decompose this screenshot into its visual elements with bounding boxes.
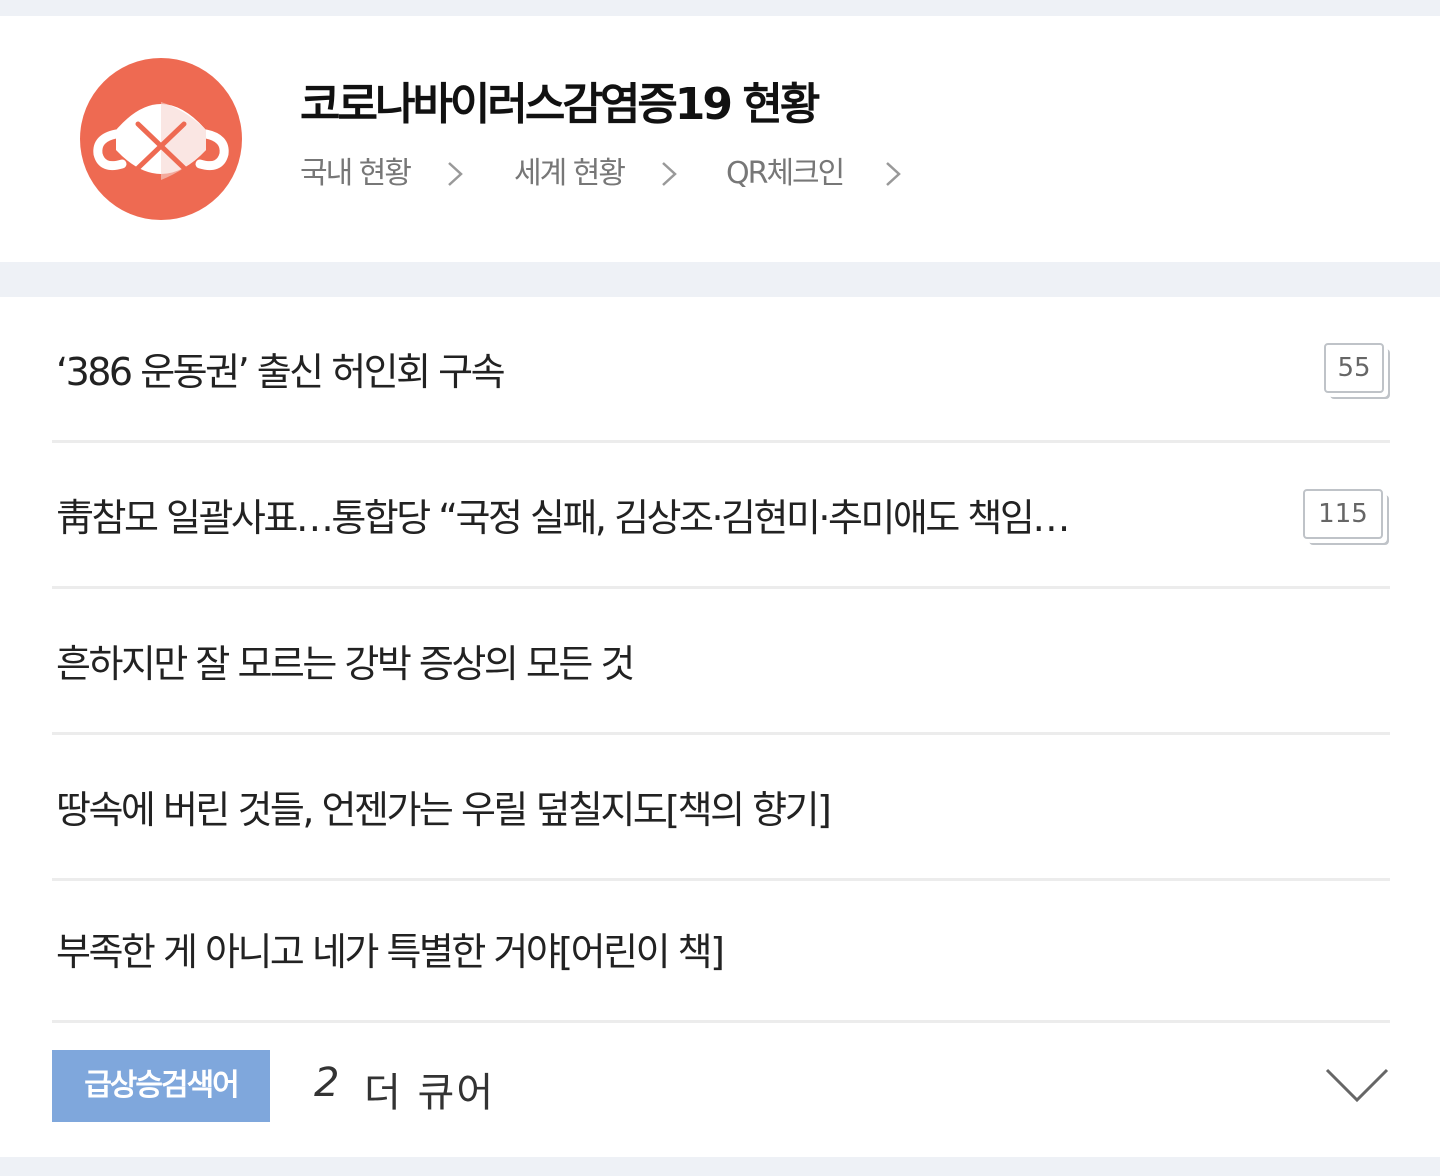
- qr-checkin-label: QR체크인: [726, 156, 845, 191]
- trending-search-bar[interactable]: 급상승검색어 2 더 큐어: [52, 1020, 1390, 1140]
- trending-keyword[interactable]: 더 큐어: [364, 1060, 495, 1118]
- news-headline: 부족한 게 아니고 네가 특별한 거야[어린이 책]: [56, 930, 725, 974]
- chevron-right-icon: [662, 162, 677, 186]
- domestic-status-link[interactable]: 국내 현황: [300, 152, 463, 196]
- chevron-right-icon: [448, 162, 463, 186]
- world-status-link[interactable]: 세계 현황: [514, 152, 677, 196]
- news-headline: 靑참모 일괄사표…통합당 “국정 실패, 김상조·김현미·추미애도 책임…: [56, 496, 1070, 540]
- news-headline: ‘386 운동권’ 출신 허인회 구속: [56, 350, 506, 394]
- chevron-down-icon[interactable]: [1324, 1066, 1390, 1106]
- chevron-right-icon: [886, 162, 901, 186]
- mask-icon[interactable]: [80, 58, 242, 220]
- trending-rank: 2: [314, 1060, 340, 1106]
- domestic-status-label: 국내 현황: [300, 156, 412, 191]
- covid-title[interactable]: 코로나바이러스감염증19 현황: [300, 68, 820, 132]
- news-list: ‘386 운동권’ 출신 허인회 구속 55 靑참모 일괄사표…통합당 “국정 …: [0, 297, 1440, 1157]
- comment-count-badge[interactable]: 115: [1303, 489, 1383, 539]
- news-item[interactable]: 흔하지만 잘 모르는 강박 증상의 모든 것: [52, 589, 1390, 735]
- news-item[interactable]: 부족한 게 아니고 네가 특별한 거야[어린이 책]: [52, 877, 1390, 1023]
- news-item[interactable]: 땅속에 버린 것들, 언젠가는 우릴 덮칠지도[책의 향기]: [52, 735, 1390, 881]
- news-headline: 흔하지만 잘 모르는 강박 증상의 모든 것: [56, 642, 635, 686]
- comment-count-badge[interactable]: 55: [1324, 343, 1384, 393]
- covid-status-card: 코로나바이러스감염증19 현황 국내 현황 세계 현황 QR체크인: [0, 16, 1440, 262]
- world-status-label: 세계 현황: [514, 156, 626, 191]
- news-item[interactable]: 靑참모 일괄사표…통합당 “국정 실패, 김상조·김현미·추미애도 책임… 11…: [52, 443, 1390, 589]
- news-item[interactable]: ‘386 운동권’ 출신 허인회 구속 55: [52, 297, 1390, 443]
- qr-checkin-link[interactable]: QR체크인: [726, 152, 901, 196]
- news-headline: 땅속에 버린 것들, 언젠가는 우릴 덮칠지도[책의 향기]: [56, 788, 832, 832]
- trending-label: 급상승검색어: [52, 1050, 270, 1122]
